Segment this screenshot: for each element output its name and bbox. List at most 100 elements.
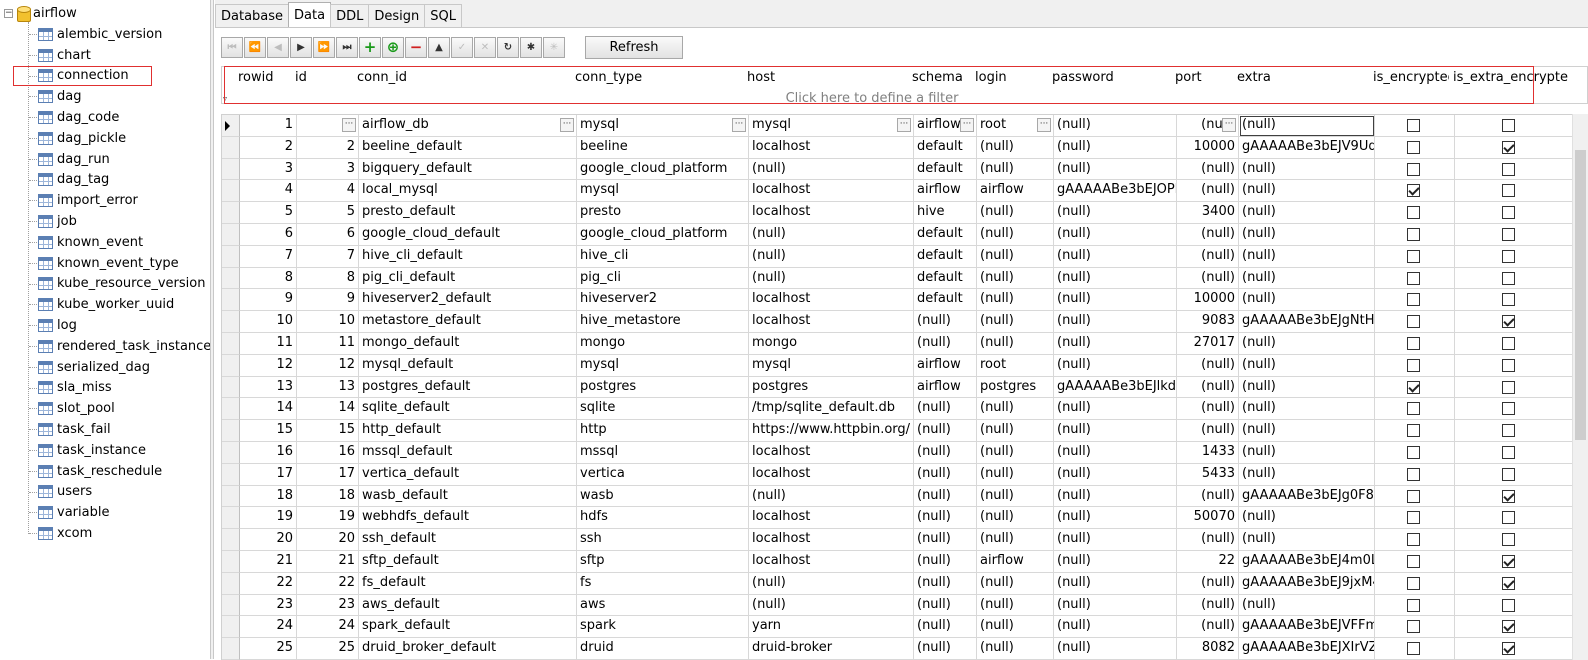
- cell-host[interactable]: https://www.httpbin.org/: [749, 420, 914, 442]
- cell-rowid[interactable]: 5: [240, 202, 297, 224]
- table-row[interactable]: 22 22 fs_default fs (null) (null) (null) (null)…: [222, 572, 1588, 595]
- cell-schema[interactable]: default: [914, 158, 977, 181]
- checkbox[interactable]: [1502, 249, 1515, 263]
- table-row[interactable]: 12 12 mysql_default mysql mysql airflow root (n…: [222, 354, 1588, 377]
- tree-item-dag-pickle[interactable]: dag_pickle: [0, 128, 210, 149]
- cell-conn-type[interactable]: mongo: [577, 333, 749, 355]
- last-record-icon[interactable]: ⏭: [336, 36, 358, 58]
- checkbox[interactable]: [1502, 424, 1515, 438]
- cell-port[interactable]: (null): [1177, 158, 1239, 181]
- cell-extra[interactable]: (null): [1239, 267, 1375, 290]
- tree-item-task-fail[interactable]: task_fail: [0, 419, 210, 440]
- cell-login[interactable]: (null): [977, 463, 1054, 486]
- tab-data[interactable]: Data: [288, 2, 332, 27]
- cell-password[interactable]: (null): [1054, 158, 1177, 181]
- cell-rowid[interactable]: 7: [240, 245, 297, 268]
- cell-conn-type[interactable]: mysql ···: [577, 115, 749, 137]
- cell-conn-id[interactable]: metastore_default: [359, 311, 577, 333]
- cell-port[interactable]: (null): [1177, 572, 1239, 595]
- cell-is-extra-encrypte[interactable]: [1455, 464, 1588, 486]
- cell-login[interactable]: (null): [977, 420, 1054, 442]
- checkbox[interactable]: [1502, 140, 1515, 154]
- cell-id[interactable]: 7: [297, 245, 359, 268]
- row-indicator[interactable]: [222, 420, 240, 442]
- cell-conn-type[interactable]: fs: [577, 572, 749, 595]
- cell-login[interactable]: (null): [977, 224, 1054, 246]
- checkbox[interactable]: [1502, 358, 1515, 372]
- cell-password[interactable]: (null): [1054, 594, 1177, 617]
- cell-id[interactable]: 23: [297, 594, 359, 617]
- cell-schema[interactable]: (null): [914, 333, 977, 355]
- table-row[interactable]: 3 3 bigquery_default google_cloud_platform (…: [222, 158, 1588, 181]
- cell-rowid[interactable]: 12: [240, 354, 297, 377]
- checkbox[interactable]: [1407, 184, 1420, 198]
- cell-is-extra-encrypte[interactable]: [1455, 137, 1588, 159]
- cell-port[interactable]: 50070: [1177, 507, 1239, 530]
- cell-port[interactable]: (null): [1177, 594, 1239, 617]
- table-row[interactable]: 16 16 mssql_default mssql localhost (null) (nu…: [222, 442, 1588, 464]
- cell-port[interactable]: 9083: [1177, 311, 1239, 333]
- cell-host[interactable]: (null): [749, 485, 914, 508]
- cell-is-extra-encrypte[interactable]: [1455, 311, 1588, 333]
- cell-conn-id[interactable]: airflow_db ···: [359, 115, 577, 137]
- cell-conn-type[interactable]: mysql: [577, 180, 749, 203]
- ellipsis-button[interactable]: ···: [1037, 118, 1051, 132]
- cell-rowid[interactable]: 20: [240, 529, 297, 551]
- checkbox[interactable]: [1407, 402, 1420, 416]
- tree-item-variable[interactable]: variable: [0, 502, 210, 523]
- checkbox[interactable]: [1407, 533, 1420, 547]
- cell-password[interactable]: (null): [1054, 354, 1177, 377]
- cell-password[interactable]: (null): [1054, 551, 1177, 573]
- table-row[interactable]: 15 15 http_default http https://www.httpbin.…: [222, 420, 1588, 442]
- cell-extra[interactable]: gAAAAABe3bEJV9Udj2: [1239, 136, 1375, 159]
- cell-conn-type[interactable]: hive_cli: [577, 245, 749, 268]
- cell-schema[interactable]: default: [914, 136, 977, 159]
- checkbox[interactable]: [1407, 271, 1420, 285]
- database-tree[interactable]: − airflow alembic_version chart connection…: [0, 0, 210, 659]
- checkbox[interactable]: [1407, 446, 1420, 459]
- cell-schema[interactable]: default: [914, 245, 977, 268]
- tree-item-task-reschedule[interactable]: task_reschedule: [0, 461, 210, 482]
- checkbox[interactable]: [1502, 119, 1515, 132]
- cell-host[interactable]: localhost: [749, 289, 914, 312]
- cell-rowid[interactable]: 3: [240, 158, 297, 181]
- checkbox[interactable]: [1407, 119, 1420, 132]
- checkbox[interactable]: [1502, 337, 1515, 350]
- row-indicator[interactable]: [222, 485, 240, 508]
- tab-sql[interactable]: SQL: [424, 4, 462, 27]
- cell-rowid[interactable]: 23: [240, 594, 297, 617]
- cell-is-encrypted[interactable]: [1375, 224, 1455, 246]
- tree-item-connection[interactable]: connection: [0, 66, 210, 87]
- cell-host[interactable]: postgres: [749, 376, 914, 399]
- cell-port[interactable]: (null) ···: [1177, 115, 1239, 137]
- cell-extra[interactable]: (null): [1239, 245, 1375, 268]
- cell-is-extra-encrypte[interactable]: [1455, 420, 1588, 442]
- grid-header[interactable]: rowid id conn_id conn_type host schema login pa…: [221, 66, 1588, 106]
- cell-password[interactable]: gAAAAABe3bEJlkd8F: [1054, 376, 1177, 399]
- cell-port[interactable]: (null): [1177, 245, 1239, 268]
- cell-password[interactable]: (null): [1054, 136, 1177, 159]
- table-row[interactable]: 7 7 hive_cli_default hive_cli (null) default (…: [222, 245, 1588, 268]
- cell-extra[interactable]: (null): [1239, 333, 1375, 355]
- cell-extra[interactable]: gAAAAABe3bEJ9jxM4L: [1239, 572, 1375, 595]
- cell-extra[interactable]: (null): [1239, 180, 1375, 203]
- cell-host[interactable]: localhost: [749, 180, 914, 203]
- cell-is-extra-encrypte[interactable]: [1455, 246, 1588, 268]
- tree-item-slot-pool[interactable]: slot_pool: [0, 398, 210, 419]
- table-row[interactable]: 9 9 hiveserver2_default hiveserver2 localhos…: [222, 289, 1588, 312]
- cell-password[interactable]: (null): [1054, 267, 1177, 290]
- cell-schema[interactable]: (null): [914, 485, 977, 508]
- cell-login[interactable]: (null): [977, 638, 1054, 660]
- cell-rowid[interactable]: 2: [240, 136, 297, 159]
- cell-conn-type[interactable]: hive_metastore: [577, 311, 749, 333]
- cell-schema[interactable]: (null): [914, 507, 977, 530]
- tree-item-sla-miss[interactable]: sla_miss: [0, 378, 210, 399]
- cell-password[interactable]: (null): [1054, 115, 1177, 137]
- cell-port[interactable]: (null): [1177, 485, 1239, 508]
- cell-port[interactable]: (null): [1177, 616, 1239, 639]
- row-indicator[interactable]: [222, 442, 240, 464]
- next-record-icon[interactable]: ▶: [290, 36, 312, 58]
- cell-conn-id[interactable]: wasb_default: [359, 485, 577, 508]
- table-row[interactable]: 24 24 spark_default spark yarn (null) (null) (n…: [222, 616, 1588, 639]
- row-indicator[interactable]: [222, 158, 240, 181]
